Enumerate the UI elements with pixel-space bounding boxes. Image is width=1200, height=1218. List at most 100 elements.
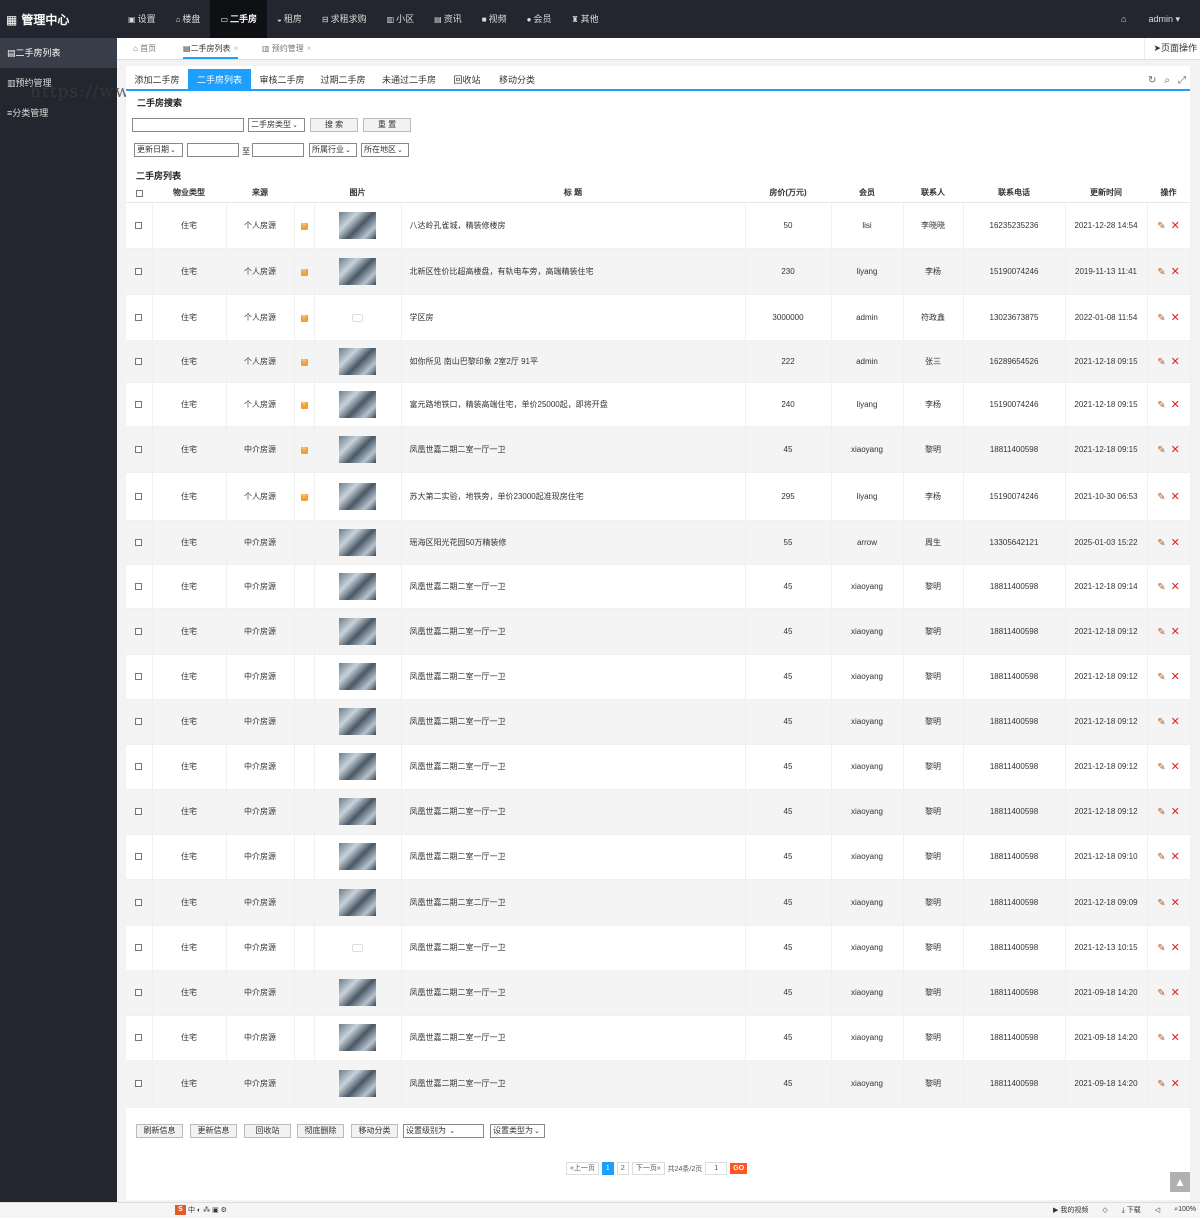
delete-icon[interactable]: ✕ <box>1171 761 1180 773</box>
prev-page-button[interactable]: «上一页 <box>566 1162 599 1175</box>
tab-home[interactable]: ⌂ 首页 <box>133 38 156 59</box>
house-thumbnail[interactable] <box>339 1024 376 1051</box>
delete-icon[interactable]: ✕ <box>1171 851 1180 863</box>
shield-icon[interactable]: ◇ <box>1102 1206 1107 1214</box>
user-menu[interactable]: admin ▾ <box>1148 14 1180 25</box>
delete-icon[interactable]: ✕ <box>1171 220 1180 232</box>
date-to-input[interactable] <box>252 143 304 157</box>
refresh-icon[interactable]: ↻ <box>1148 75 1156 86</box>
my-video-button[interactable]: ▶ 我的视频 <box>1053 1205 1088 1215</box>
row-checkbox[interactable] <box>135 673 143 681</box>
house-thumbnail[interactable] <box>339 303 376 331</box>
tab-house-list[interactable]: ▤二手房列表 × <box>183 38 239 59</box>
checkbox[interactable] <box>135 189 143 197</box>
house-thumbnail[interactable] <box>339 753 376 780</box>
ime-tools-icon[interactable]: ◐ ⁂ ▣ ⚙ <box>197 1206 227 1214</box>
ime-mode[interactable]: 中 <box>188 1205 195 1215</box>
date-from-input[interactable] <box>187 143 239 157</box>
cell-title[interactable]: 凤凰世嘉二期二室一厅一卫 <box>410 1079 506 1088</box>
edit-icon[interactable]: ✎ <box>1157 267 1165 278</box>
set-type-select[interactable]: 设置类型为⌄ <box>490 1124 545 1138</box>
subtab-recycle[interactable]: 回收站 <box>446 69 488 91</box>
delete-icon[interactable]: ✕ <box>1171 897 1180 909</box>
close-icon[interactable]: × <box>234 44 239 53</box>
house-thumbnail[interactable] <box>339 843 376 870</box>
home-icon[interactable]: ⌂ <box>1121 14 1126 24</box>
row-checkbox[interactable] <box>135 944 143 952</box>
nav-item-6[interactable]: ▤ 资讯 <box>424 0 472 38</box>
cell-title[interactable]: 凤凰世嘉二期二室一厅一卫 <box>410 717 506 726</box>
cell-title[interactable]: 八达岭孔雀城，精装修楼房 <box>410 221 506 230</box>
fullscreen-icon[interactable]: ⤢ <box>1178 75 1186 86</box>
row-checkbox[interactable] <box>135 267 143 275</box>
delete-icon[interactable]: ✕ <box>1171 537 1180 549</box>
house-thumbnail[interactable] <box>339 347 376 375</box>
edit-icon[interactable]: ✎ <box>1157 582 1165 593</box>
search-button[interactable]: 搜 索 <box>310 118 358 132</box>
edit-icon[interactable]: ✎ <box>1157 1033 1165 1044</box>
delete-icon[interactable]: ✕ <box>1171 942 1180 954</box>
house-thumbnail[interactable] <box>339 888 376 916</box>
edit-icon[interactable]: ✎ <box>1157 988 1165 999</box>
refresh-info-button[interactable]: 刷新信息 <box>136 1124 183 1138</box>
house-thumbnail[interactable] <box>339 211 376 239</box>
edit-icon[interactable]: ✎ <box>1157 898 1165 909</box>
edit-icon[interactable]: ✎ <box>1157 221 1165 232</box>
house-thumbnail[interactable] <box>339 435 376 463</box>
cell-title[interactable]: 凤凰世嘉二期二室一厅一卫 <box>410 627 506 636</box>
tab-reservation[interactable]: ▥ 预约管理 × <box>262 38 311 59</box>
cell-title[interactable]: 凤凰世嘉二期二室二厅一卫 <box>410 898 506 907</box>
type-select[interactable]: 二手房类型⌄ <box>248 118 305 132</box>
subtab-rejected[interactable]: 未通过二手房 <box>375 69 443 91</box>
edit-icon[interactable]: ✎ <box>1157 627 1165 638</box>
cell-title[interactable]: 凤凰世嘉二期二室一厅一卫 <box>410 988 506 997</box>
row-checkbox[interactable] <box>135 989 143 997</box>
search-icon[interactable]: ⌕ <box>1164 75 1170 86</box>
delete-icon[interactable]: ✕ <box>1171 987 1180 999</box>
row-checkbox[interactable] <box>135 1080 143 1088</box>
house-thumbnail[interactable] <box>339 257 376 285</box>
cell-title[interactable]: 凤凰世嘉二期二室一厅一卫 <box>410 1033 506 1042</box>
row-checkbox[interactable] <box>135 627 143 635</box>
subtab-add[interactable]: 添加二手房 <box>129 69 185 91</box>
subtab-move[interactable]: 移动分类 <box>492 69 542 91</box>
row-checkbox[interactable] <box>135 357 143 365</box>
cell-title[interactable]: 如你所见 南山巴黎印象 2室2厅 91平 <box>410 357 538 366</box>
house-thumbnail[interactable] <box>339 708 376 735</box>
house-thumbnail[interactable] <box>339 482 376 510</box>
nav-item-7[interactable]: ■ 视频 <box>472 0 517 38</box>
nav-item-0[interactable]: ▣ 设置 <box>118 0 166 38</box>
house-thumbnail[interactable] <box>339 798 376 825</box>
cell-title[interactable]: 瑶海区阳光花园50万精装修 <box>410 538 507 547</box>
page-jump-input[interactable]: 1 <box>705 1162 728 1175</box>
edit-icon[interactable]: ✎ <box>1157 357 1165 368</box>
sound-icon[interactable]: ◁ <box>1155 1206 1160 1214</box>
update-info-button[interactable]: 更新信息 <box>190 1124 237 1138</box>
house-thumbnail[interactable] <box>339 663 376 690</box>
row-checkbox[interactable] <box>135 898 143 906</box>
delete-icon[interactable]: ✕ <box>1171 581 1180 593</box>
date-select[interactable]: 更新日期⌄ <box>134 143 183 157</box>
row-checkbox[interactable] <box>135 492 143 500</box>
nav-item-4[interactable]: ⊟ 求租求购 <box>312 0 377 38</box>
cell-title[interactable]: 凤凰世嘉二期二室一厅一卫 <box>410 762 506 771</box>
house-thumbnail[interactable] <box>339 572 376 600</box>
row-checkbox[interactable] <box>135 808 143 816</box>
edit-icon[interactable]: ✎ <box>1157 445 1165 456</box>
row-checkbox[interactable] <box>135 763 143 771</box>
cell-title[interactable]: 凤凰世嘉二期二室一厅一卫 <box>410 582 506 591</box>
house-thumbnail[interactable] <box>339 528 376 556</box>
cell-title[interactable]: 苏大第二实验，地铁旁，单价23000起准现房住宅 <box>410 492 584 501</box>
edit-icon[interactable]: ✎ <box>1157 400 1165 411</box>
sogou-icon[interactable]: S <box>175 1205 186 1215</box>
recycle-button[interactable]: 回收站 <box>244 1124 291 1138</box>
edit-icon[interactable]: ✎ <box>1157 943 1165 954</box>
industry-select[interactable]: 所属行业⌄ <box>309 143 357 157</box>
subtab-list[interactable]: 二手房列表 <box>188 69 251 91</box>
delete-icon[interactable]: ✕ <box>1171 1078 1180 1090</box>
edit-icon[interactable]: ✎ <box>1157 717 1165 728</box>
delete-icon[interactable]: ✕ <box>1171 356 1180 368</box>
delete-icon[interactable]: ✕ <box>1171 312 1180 324</box>
cell-title[interactable]: 凤凰世嘉二期二室一厅一卫 <box>410 852 506 861</box>
nav-item-1[interactable]: ⌂ 楼盘 <box>166 0 211 38</box>
